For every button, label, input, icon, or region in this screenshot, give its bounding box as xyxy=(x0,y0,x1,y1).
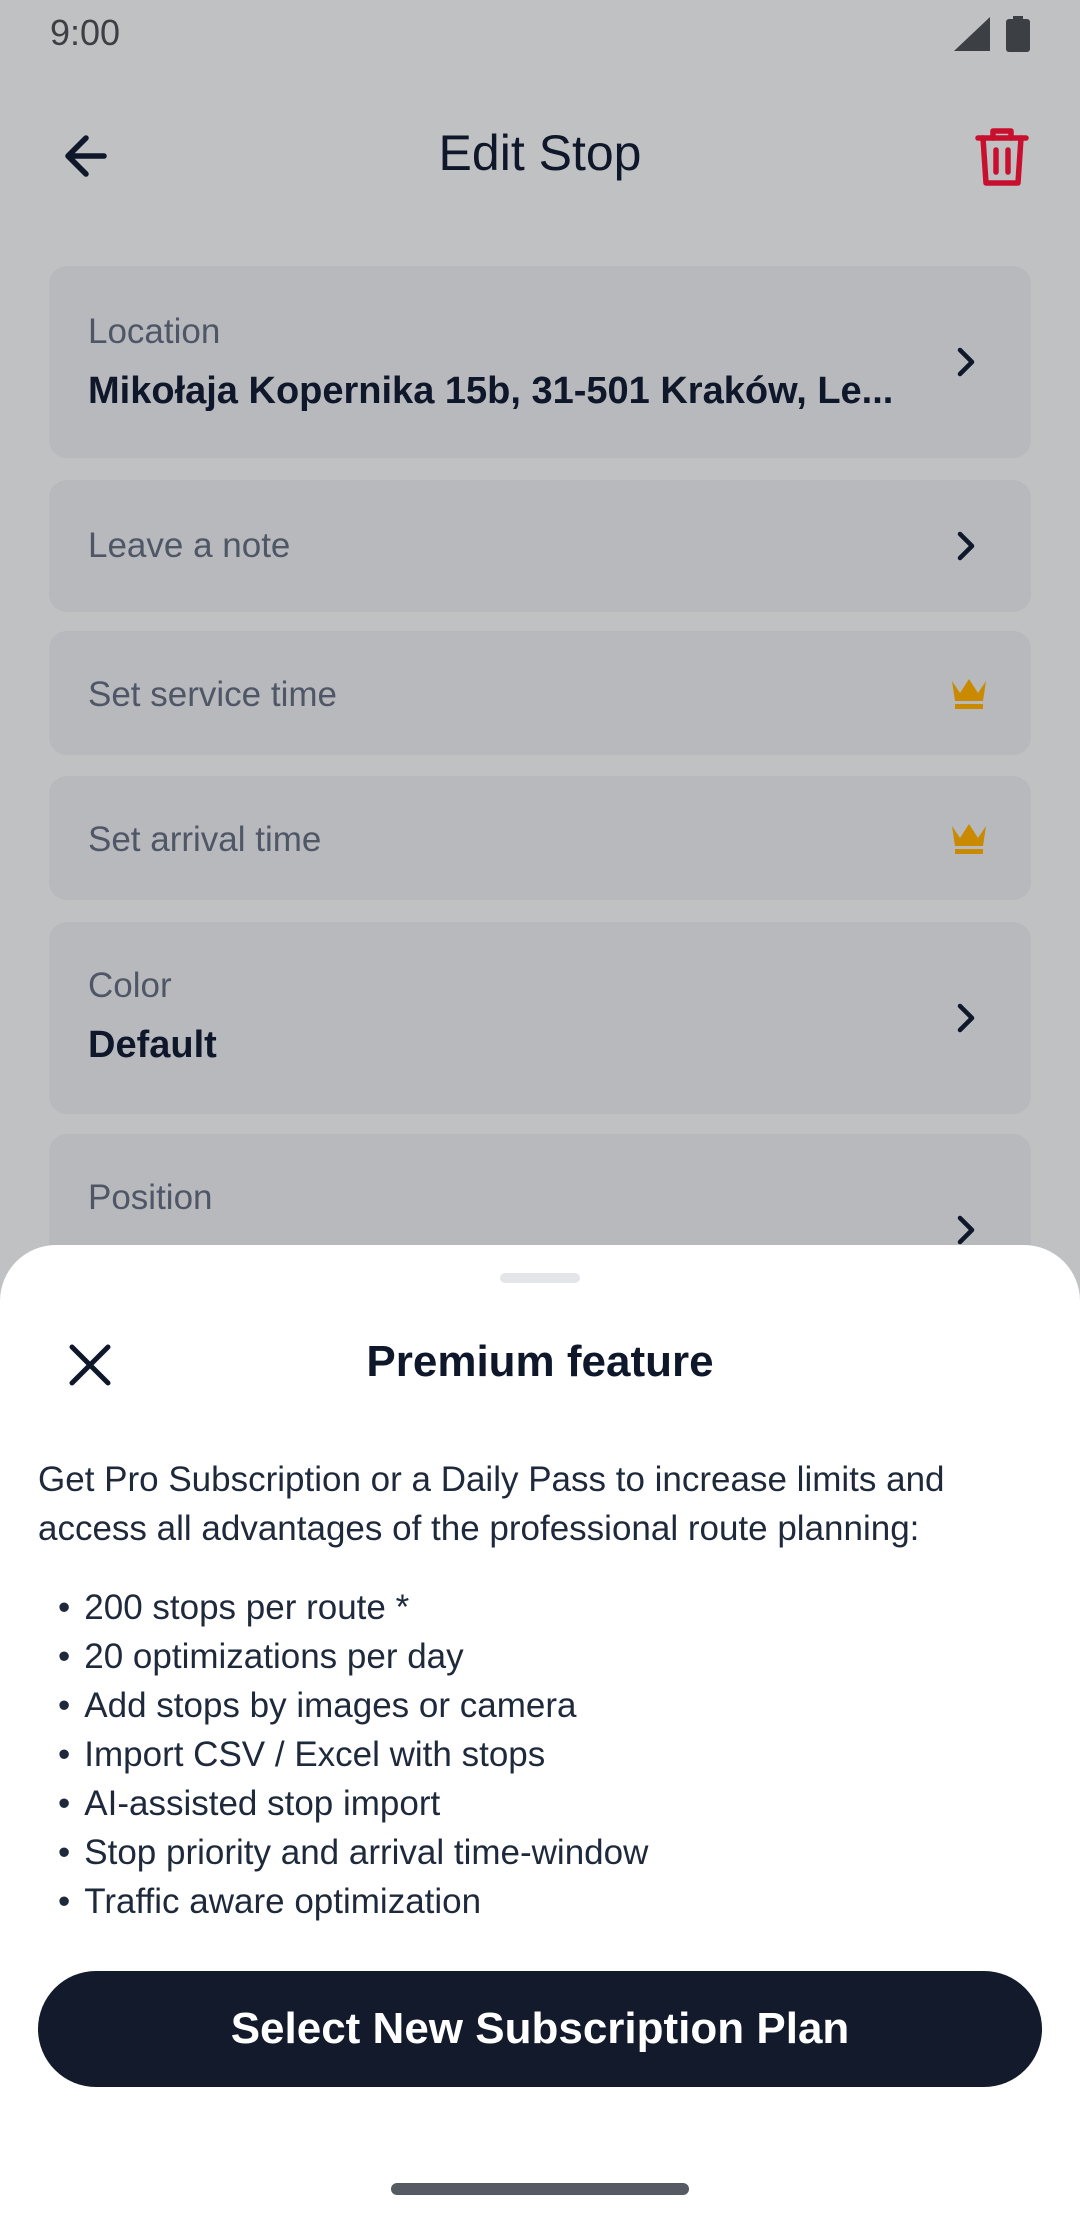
chevron-right-icon xyxy=(957,1215,975,1245)
battery-icon xyxy=(1006,16,1030,52)
list-item: Add stops by images or camera xyxy=(58,1681,1038,1730)
feature-list: 200 stops per route * 20 optimizations p… xyxy=(58,1583,1038,1926)
chevron-right-icon xyxy=(957,1003,975,1033)
position-label: Position xyxy=(88,1178,213,1217)
status-bar: 9:00 xyxy=(0,0,1080,66)
page-title: Edit Stop xyxy=(438,125,642,181)
sheet-title: Premium feature xyxy=(366,1337,714,1386)
color-label: Color xyxy=(88,966,172,1005)
crown-icon xyxy=(952,824,986,854)
drag-handle[interactable] xyxy=(500,1273,580,1283)
delete-button[interactable] xyxy=(968,122,1036,190)
location-card[interactable]: Location Mikołaja Kopernika 15b, 31-501 … xyxy=(49,266,1031,458)
chevron-right-icon xyxy=(957,531,975,561)
sheet-description: Get Pro Subscription or a Daily Pass to … xyxy=(38,1460,945,1548)
home-indicator[interactable] xyxy=(391,2183,689,2195)
premium-feature-sheet: Premium feature Get Pro Subscription or … xyxy=(0,1245,1080,2220)
note-card[interactable]: Leave a note xyxy=(49,480,1031,612)
color-card[interactable]: Color Default xyxy=(49,922,1031,1114)
list-item: AI-assisted stop import xyxy=(58,1779,1038,1828)
status-time: 9:00 xyxy=(50,12,121,53)
status-icons xyxy=(954,16,1030,52)
service-time-card[interactable]: Set service time xyxy=(49,631,1031,755)
signal-icon xyxy=(954,17,990,51)
trash-icon xyxy=(975,128,1029,186)
list-item: Import CSV / Excel with stops xyxy=(58,1730,1038,1779)
chevron-right-icon xyxy=(957,347,975,377)
location-value: Mikołaja Kopernika 15b, 31-501 Kraków, L… xyxy=(88,370,894,412)
select-subscription-plan-button[interactable]: Select New Subscription Plan xyxy=(38,1971,1042,2087)
note-label: Leave a note xyxy=(88,526,291,565)
arrival-time-card[interactable]: Set arrival time xyxy=(49,776,1031,900)
arrival-time-label: Set arrival time xyxy=(88,820,322,859)
color-value: Default xyxy=(88,1024,217,1066)
list-item: Traffic aware optimization xyxy=(58,1877,1038,1926)
service-time-label: Set service time xyxy=(88,675,337,714)
list-item: Stop priority and arrival time-window xyxy=(58,1828,1038,1877)
list-item: 200 stops per route * xyxy=(58,1583,1038,1632)
app-bar: Edit Stop xyxy=(0,100,1080,212)
list-item: 20 optimizations per day xyxy=(58,1632,1038,1681)
crown-icon xyxy=(952,679,986,709)
location-label: Location xyxy=(88,312,221,351)
